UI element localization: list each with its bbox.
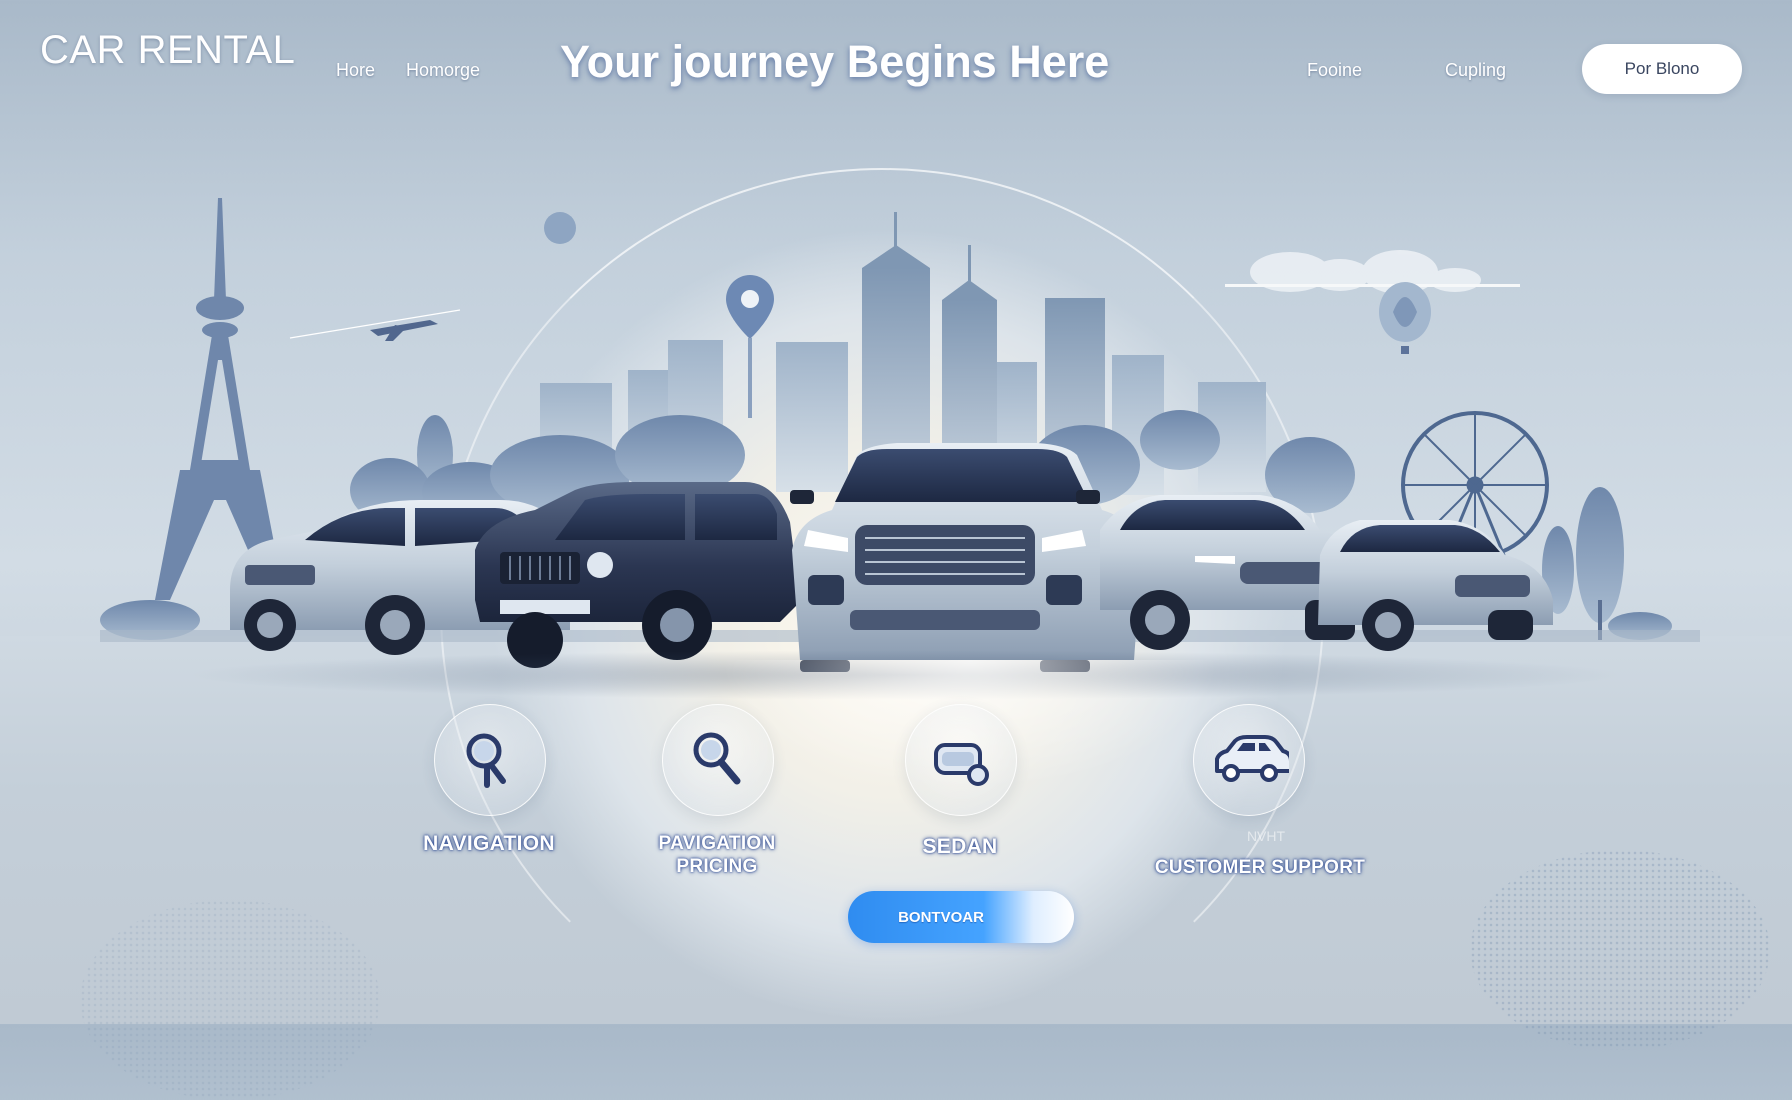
search-icon <box>693 732 741 785</box>
search-icon <box>466 733 506 788</box>
clouds <box>1225 250 1520 294</box>
feature-label-pricing-line2: PRICING <box>676 856 758 877</box>
hero-title: Your journey Begins Here <box>560 36 1110 87</box>
mirror-icon <box>934 743 989 786</box>
feature-label-pricing: PAVIGATION PRICING <box>632 832 802 878</box>
dot-pattern-right <box>1470 850 1770 1050</box>
feature-customer-support[interactable] <box>1193 704 1305 816</box>
airplane <box>289 309 461 341</box>
feature-navigation[interactable] <box>434 704 546 816</box>
brand-logo[interactable]: CAR RENTAL <box>40 28 295 73</box>
bottom-cta-button[interactable]: BONTVOAR <box>848 891 1074 943</box>
nav-link-home[interactable]: Hore <box>336 60 375 81</box>
feature-label-pricing-line1: PAVIGATION <box>658 833 776 854</box>
feature-sedan[interactable] <box>905 704 1017 816</box>
feature-label-sedan: SEDAN <box>922 835 998 858</box>
dot-pattern-left <box>80 900 380 1100</box>
car-icon <box>1215 735 1289 782</box>
nav-link-fooine[interactable]: Fooine <box>1307 60 1362 81</box>
tv-tower <box>155 198 285 600</box>
feature-label-navigation: NAVIGATION <box>423 832 555 855</box>
nav-link-homorge[interactable]: Homorge <box>406 60 480 81</box>
feature-label-customer-support: CUSTOMER SUPPORT <box>1154 857 1366 878</box>
feature-label-faint: NVHT <box>1246 828 1286 844</box>
nav-link-cupling[interactable]: Cupling <box>1445 60 1506 81</box>
location-pin-icon <box>726 275 774 418</box>
feature-pricing[interactable] <box>662 704 774 816</box>
header-cta-button[interactable]: Por Blono <box>1582 44 1742 94</box>
hero-illustration <box>100 198 1700 672</box>
